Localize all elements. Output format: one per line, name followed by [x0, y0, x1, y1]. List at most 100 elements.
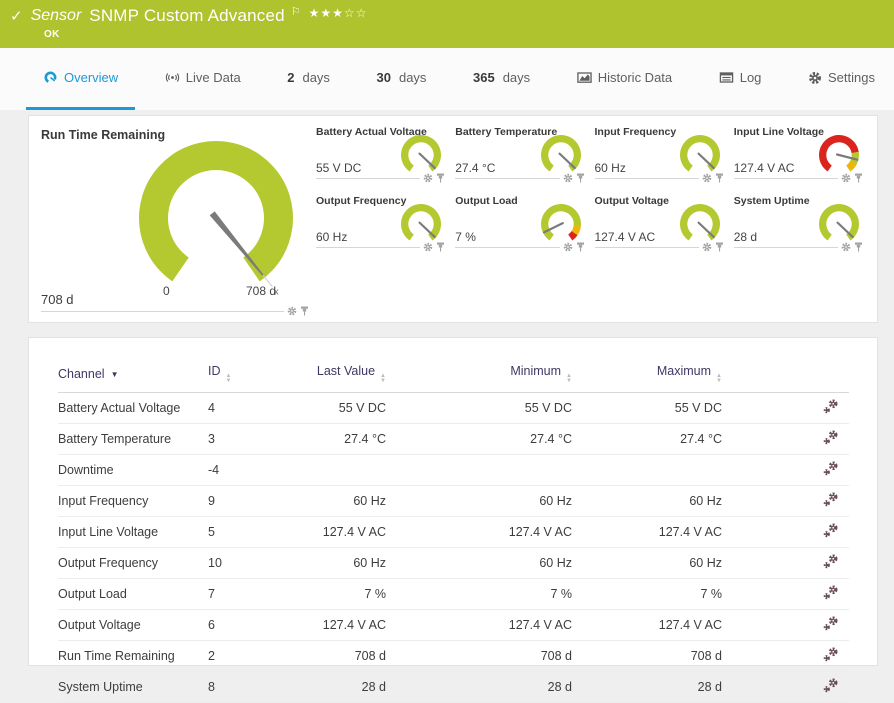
- gear-icon: [808, 71, 822, 85]
- channel-name-cell[interactable]: Downtime: [58, 454, 208, 486]
- column-label: Maximum: [656, 364, 712, 378]
- channel-settings-icon[interactable]: [823, 678, 849, 693]
- last-value-cell: [308, 454, 386, 486]
- gear-icon[interactable]: [563, 242, 573, 252]
- channel-settings-icon[interactable]: [823, 492, 849, 507]
- gauge-tile-input-line-voltage: Input Line Voltage 127.4 V AC: [733, 125, 863, 183]
- channel-id-cell: 9: [208, 485, 308, 517]
- channel-name-cell[interactable]: Output Voltage: [58, 609, 208, 641]
- priority-stars[interactable]: ★★★☆☆: [309, 6, 368, 20]
- column-label: Minimum: [510, 364, 562, 378]
- flag-icon[interactable]: ⚐: [291, 5, 301, 18]
- channel-name-cell[interactable]: Run Time Remaining: [58, 640, 208, 672]
- channel-name-cell[interactable]: Battery Temperature: [58, 423, 208, 455]
- channel-name-cell[interactable]: Input Frequency: [58, 485, 208, 517]
- channel-row-output-frequency: Output Frequency 10 60 Hz 60 Hz 60 Hz: [58, 547, 849, 579]
- gauge-tile-system-uptime: System Uptime 28 d: [733, 194, 863, 252]
- pin-icon[interactable]: [715, 242, 724, 252]
- tab-label: days: [398, 70, 427, 85]
- tab-label: days: [302, 70, 330, 85]
- tab-log[interactable]: Log: [702, 48, 779, 110]
- column-label: ID: [208, 364, 221, 378]
- channel-row-output-voltage: Output Voltage 6 127.4 V AC 127.4 V AC 127.4…: [58, 609, 849, 641]
- channel-settings-icon[interactable]: [823, 523, 849, 538]
- pin-icon[interactable]: [300, 306, 309, 316]
- minimum-cell: 7 %: [386, 578, 572, 610]
- channels-table: Channel ▼ ID ▲ ▼ Last Value ▲ ▼ Minimum ▲ ▼ Maximum…: [58, 356, 849, 703]
- channel-name-cell[interactable]: Output Load: [58, 578, 208, 610]
- gauge: [398, 202, 444, 247]
- maximum-cell: 27.4 °C: [572, 423, 722, 455]
- gauge-title: Output Frequency: [316, 195, 407, 207]
- gear-icon[interactable]: [702, 173, 712, 183]
- tab-2-days[interactable]: 2 days: [270, 48, 347, 110]
- pin-icon[interactable]: [854, 173, 863, 183]
- gauge-value: 127.4 V AC: [733, 161, 795, 175]
- channel-name-cell[interactable]: System Uptime: [58, 671, 208, 703]
- column-header-maximum[interactable]: Maximum ▲ ▼: [572, 356, 722, 393]
- channel-settings-icon[interactable]: [823, 647, 849, 662]
- minimum-cell: 60 Hz: [386, 547, 572, 579]
- last-value-cell: 127.4 V AC: [308, 609, 386, 641]
- tab-live-data[interactable]: Live Data: [148, 48, 258, 110]
- channel-id-cell: 10: [208, 547, 308, 579]
- column-header-minimum[interactable]: Minimum ▲ ▼: [386, 356, 572, 393]
- pin-icon[interactable]: [436, 173, 445, 183]
- tab-label: Live Data: [185, 70, 241, 85]
- channel-id-cell: 5: [208, 516, 308, 548]
- last-value-cell: 708 d: [308, 640, 386, 672]
- sensor-kind-label: Sensor: [30, 7, 82, 24]
- last-value-cell: 55 V DC: [308, 392, 386, 424]
- channel-row-battery-actual-voltage: Battery Actual Voltage 4 55 V DC 55 V DC 55 …: [58, 392, 849, 424]
- channel-name-cell[interactable]: Input Line Voltage: [58, 516, 208, 548]
- tab-overview[interactable]: Overview: [26, 48, 136, 110]
- gauge: [538, 133, 584, 178]
- pin-icon[interactable]: [576, 242, 585, 252]
- gauge-tile-battery-temperature: Battery Temperature 27.4 °C: [455, 125, 585, 183]
- channel-name-cell[interactable]: Battery Actual Voltage: [58, 392, 208, 424]
- gauge-scale-min: 0: [163, 284, 170, 298]
- status-ok-check-icon: ✓: [10, 7, 23, 25]
- tab-number: 365: [473, 70, 495, 85]
- gauge-tile-run-time-remaining: Run Time Remaining x 0 708 d 708 d: [41, 126, 309, 316]
- gauge: [538, 202, 584, 247]
- pin-icon[interactable]: [576, 173, 585, 183]
- tab-settings[interactable]: Settings: [791, 48, 892, 110]
- gear-icon[interactable]: [563, 173, 573, 183]
- tab-historic-data[interactable]: Historic Data: [560, 48, 689, 110]
- gear-icon[interactable]: [423, 173, 433, 183]
- gear-icon[interactable]: [841, 242, 851, 252]
- pin-icon[interactable]: [436, 242, 445, 252]
- column-header-id[interactable]: ID ▲ ▼: [208, 356, 308, 393]
- channel-settings-icon[interactable]: [823, 585, 849, 600]
- minimum-cell: 27.4 °C: [386, 423, 572, 455]
- channel-settings-icon[interactable]: [823, 616, 849, 631]
- channel-name-cell[interactable]: Output Frequency: [58, 547, 208, 579]
- channel-settings-icon[interactable]: [823, 554, 849, 569]
- pin-icon[interactable]: [854, 242, 863, 252]
- gear-icon[interactable]: [841, 173, 851, 183]
- sensor-header: ✓ Sensor SNMP Custom Advanced ⚐ ★★★☆☆ OK: [0, 0, 894, 48]
- column-header-last-value[interactable]: Last Value ▲ ▼: [308, 356, 386, 393]
- column-header-channel[interactable]: Channel ▼: [58, 356, 208, 393]
- channel-row-battery-temperature: Battery Temperature 3 27.4 °C 27.4 °C 27.4 °…: [58, 423, 849, 455]
- channel-settings-icon[interactable]: [823, 399, 849, 414]
- maximum-cell: 7 %: [572, 578, 722, 610]
- tab-30-days[interactable]: 30 days: [360, 48, 444, 110]
- status-badge: OK: [44, 29, 60, 40]
- gauge-tile-battery-actual-voltage: Battery Actual Voltage 55 V DC: [316, 125, 446, 183]
- column-header-settings: [722, 356, 849, 393]
- chart-icon: [577, 70, 592, 85]
- channel-settings-icon[interactable]: [823, 430, 849, 445]
- channel-settings-icon[interactable]: [823, 461, 849, 476]
- maximum-cell: [572, 454, 722, 486]
- last-value-cell: 60 Hz: [308, 547, 386, 579]
- pin-icon[interactable]: [715, 173, 724, 183]
- gear-icon[interactable]: [423, 242, 433, 252]
- tab-number: 2: [287, 70, 295, 85]
- gear-icon[interactable]: [702, 242, 712, 252]
- tab-365-days[interactable]: 365 days: [456, 48, 547, 110]
- gauge-tile-output-voltage: Output Voltage 127.4 V AC: [594, 194, 724, 252]
- gear-icon[interactable]: [287, 306, 297, 316]
- log-icon: [719, 70, 734, 85]
